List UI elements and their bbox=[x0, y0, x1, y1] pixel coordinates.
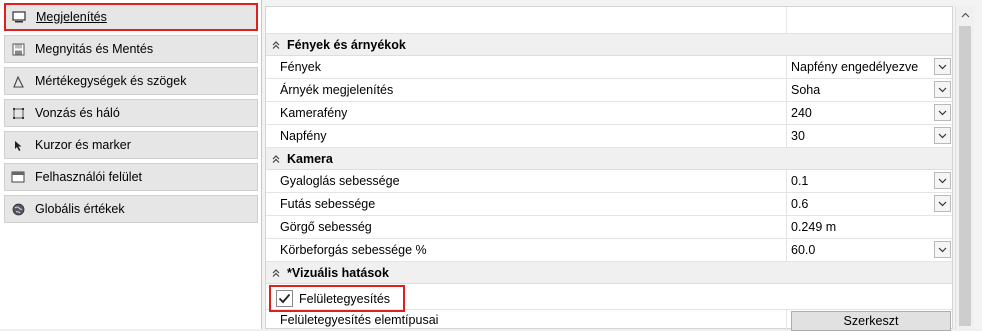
property-value-cell[interactable]: 0.249 m bbox=[786, 216, 953, 238]
property-value: 0.1 bbox=[791, 174, 809, 188]
property-row-orbit-speed: Körbeforgás sebessége % 60.0 bbox=[266, 239, 952, 262]
sidebar-item-label: Megnyitás és Mentés bbox=[35, 42, 154, 56]
property-name: Futás sebessége bbox=[280, 197, 376, 211]
chevron-down-icon bbox=[938, 64, 947, 69]
property-row-camera-light: Kamerafény 240 bbox=[266, 102, 952, 125]
grid-icon bbox=[11, 106, 25, 120]
settings-main-panel: Fények és árnyékok Fények Napfény engedé… bbox=[263, 0, 982, 331]
chevron-up-icon bbox=[961, 12, 969, 18]
sidebar-item-label: Megjelenítés bbox=[36, 10, 107, 24]
grid-header-row bbox=[266, 7, 952, 34]
dropdown-button[interactable] bbox=[934, 104, 951, 121]
globe-icon bbox=[11, 202, 25, 216]
property-name: Gyaloglás sebessége bbox=[280, 174, 400, 188]
sidebar-item-label: Vonzás és háló bbox=[35, 106, 120, 120]
scrollbar-thumb[interactable] bbox=[959, 26, 971, 326]
property-row-surface-merge-types: Felületegyesítés elemtípusai Szerkeszt bbox=[266, 310, 953, 331]
section-title: Kamera bbox=[287, 151, 333, 166]
property-name: Felületegyesítés elemtípusai bbox=[280, 313, 439, 327]
chevron-down-icon bbox=[938, 247, 947, 252]
chevron-down-icon bbox=[938, 87, 947, 92]
property-value: 0.249 m bbox=[791, 220, 837, 234]
property-value-cell: Szerkeszt bbox=[786, 310, 953, 331]
scroll-up-button[interactable] bbox=[956, 6, 974, 24]
property-value-cell[interactable]: 0.1 bbox=[786, 170, 953, 192]
sidebar-item-display[interactable]: Megjelenítés bbox=[4, 3, 258, 31]
chevron-down-icon bbox=[938, 133, 947, 138]
sidebar-item-snap-grid[interactable]: Vonzás és háló bbox=[4, 99, 258, 127]
angle-icon bbox=[11, 74, 25, 88]
sidebar-item-label: Globális értékek bbox=[35, 202, 125, 216]
chevron-down-icon bbox=[938, 110, 947, 115]
property-name: Kamerafény bbox=[280, 106, 348, 120]
cursor-icon bbox=[11, 138, 25, 152]
property-row-lights: Fények Napfény engedélyezve bbox=[266, 56, 952, 79]
property-value: Napfény engedélyezve bbox=[791, 60, 919, 74]
collapse-chevron-icon[interactable] bbox=[269, 268, 283, 278]
section-camera[interactable]: Kamera bbox=[266, 148, 952, 170]
dropdown-button[interactable] bbox=[934, 241, 951, 258]
dropdown-button[interactable] bbox=[934, 81, 951, 98]
property-value-cell[interactable]: Soha bbox=[786, 79, 953, 101]
window-icon bbox=[11, 170, 25, 184]
dropdown-button[interactable] bbox=[934, 195, 951, 212]
sidebar-item-open-save[interactable]: Megnyitás és Mentés bbox=[4, 35, 258, 63]
checkmark-icon bbox=[278, 293, 291, 304]
sidebar-item-user-interface[interactable]: Felhasználói felület bbox=[4, 163, 258, 191]
vertical-scrollbar[interactable] bbox=[955, 6, 974, 329]
monitor-icon bbox=[12, 10, 26, 24]
collapse-chevron-icon[interactable] bbox=[269, 40, 283, 50]
sidebar-item-units-angles[interactable]: Mértékegységek és szögek bbox=[4, 67, 258, 95]
property-row-shadow-display: Árnyék megjelenítés Soha bbox=[266, 79, 952, 102]
chevron-down-icon bbox=[938, 201, 947, 206]
sidebar-item-label: Kurzor és marker bbox=[35, 138, 131, 152]
property-value-cell[interactable]: 240 bbox=[786, 102, 953, 124]
section-title: *Vizuális hatások bbox=[287, 265, 389, 280]
dropdown-button[interactable] bbox=[934, 58, 951, 75]
settings-sidebar: Megjelenítés Megnyitás és Mentés Mértéke… bbox=[0, 0, 262, 329]
section-title: Fények és árnyékok bbox=[287, 37, 406, 52]
property-value: 30 bbox=[791, 129, 805, 143]
sidebar-item-cursor-marker[interactable]: Kurzor és marker bbox=[4, 131, 258, 159]
chevron-down-icon bbox=[938, 178, 947, 183]
checkbox-label: Felületegyesítés bbox=[299, 291, 391, 306]
property-row-run-speed: Futás sebessége 0.6 bbox=[266, 193, 952, 216]
surface-merge-checkbox-wrapper[interactable]: Felületegyesítés bbox=[269, 285, 405, 312]
property-row-sunlight: Napfény 30 bbox=[266, 125, 952, 148]
property-name: Görgő sebesség bbox=[280, 220, 372, 234]
property-value: Soha bbox=[791, 83, 821, 97]
property-name: Árnyék megjelenítés bbox=[280, 83, 394, 97]
property-name: Fények bbox=[280, 60, 321, 74]
save-icon bbox=[11, 42, 25, 56]
property-value-cell[interactable]: 30 bbox=[786, 125, 953, 147]
property-row-scroll-speed: Görgő sebesség 0.249 m bbox=[266, 216, 952, 239]
sidebar-item-global-values[interactable]: Globális értékek bbox=[4, 195, 258, 223]
property-value: 60.0 bbox=[791, 243, 816, 257]
edit-button[interactable]: Szerkeszt bbox=[791, 311, 951, 331]
property-value-cell[interactable]: Napfény engedélyezve bbox=[786, 56, 953, 78]
surface-merge-checkbox[interactable] bbox=[276, 290, 293, 307]
sidebar-item-label: Mértékegységek és szögek bbox=[35, 74, 187, 88]
property-value: 0.6 bbox=[791, 197, 809, 211]
dropdown-button[interactable] bbox=[934, 172, 951, 189]
sidebar-item-label: Felhasználói felület bbox=[35, 170, 143, 184]
property-grid: Fények és árnyékok Fények Napfény engedé… bbox=[265, 6, 953, 331]
property-value-cell[interactable]: 0.6 bbox=[786, 193, 953, 215]
property-row-walk-speed: Gyaloglás sebessége 0.1 bbox=[266, 170, 952, 193]
property-name: Körbeforgás sebessége % bbox=[280, 243, 427, 257]
section-visual-effects[interactable]: *Vizuális hatások bbox=[266, 262, 952, 284]
property-name: Napfény bbox=[280, 129, 327, 143]
property-value-cell[interactable]: 60.0 bbox=[786, 239, 953, 261]
collapse-chevron-icon[interactable] bbox=[269, 154, 283, 164]
property-value: 240 bbox=[791, 106, 812, 120]
dropdown-button[interactable] bbox=[934, 127, 951, 144]
section-lights-shadows[interactable]: Fények és árnyékok bbox=[266, 34, 952, 56]
